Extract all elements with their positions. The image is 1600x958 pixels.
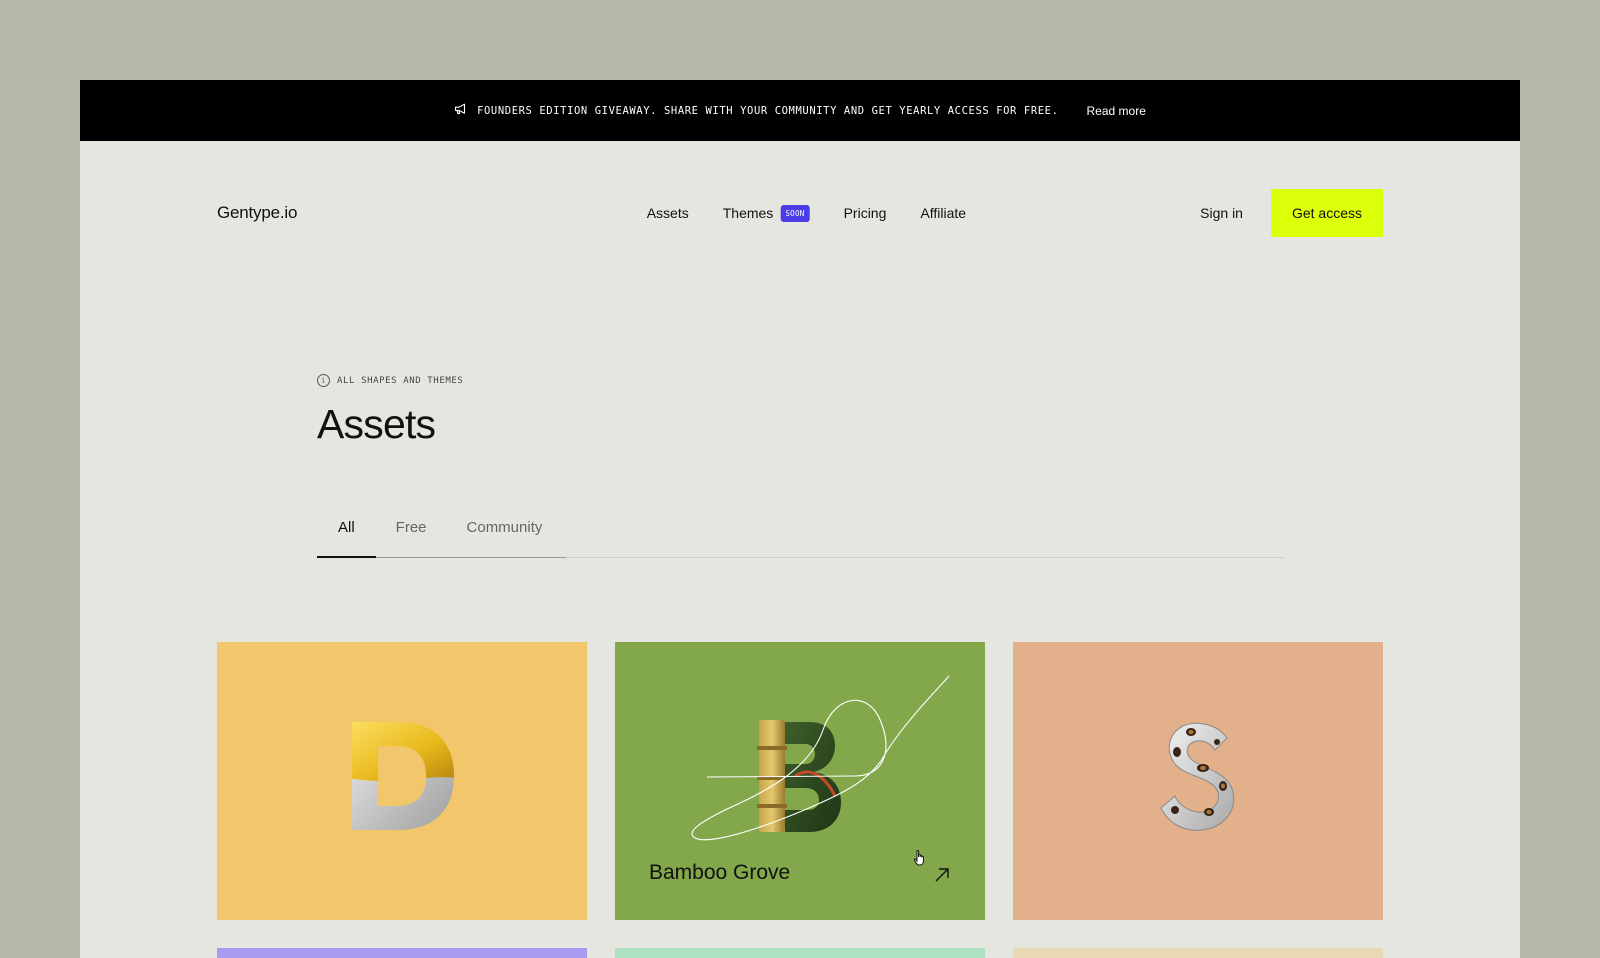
asset-card[interactable] <box>615 948 985 958</box>
asset-card[interactable] <box>1013 948 1383 958</box>
asset-grid: Bamboo Grove <box>217 642 1383 958</box>
asset-card[interactable] <box>217 948 587 958</box>
eyebrow: i ALL SHAPES AND THEMES <box>317 374 1285 387</box>
bamboo-b-image <box>755 716 845 841</box>
megaphone-icon <box>454 103 467 118</box>
announcement-bar: FOUNDERS EDITION GIVEAWAY. SHARE WITH YO… <box>80 80 1520 141</box>
hero: i ALL SHAPES AND THEMES Assets <box>317 374 1285 448</box>
tab-community[interactable]: Community <box>447 498 563 558</box>
asset-card-d[interactable] <box>217 642 587 920</box>
browser-frame: FOUNDERS EDITION GIVEAWAY. SHARE WITH YO… <box>80 80 1520 958</box>
announcement-text: FOUNDERS EDITION GIVEAWAY. SHARE WITH YO… <box>477 104 1059 117</box>
card-title: Bamboo Grove <box>649 861 791 884</box>
get-access-button[interactable]: Get access <box>1270 189 1383 237</box>
announcement-message: FOUNDERS EDITION GIVEAWAY. SHARE WITH YO… <box>454 103 1058 118</box>
read-more-link[interactable]: Read more <box>1087 104 1146 118</box>
main-nav: Assets Themes SOON Pricing Affiliate <box>647 204 966 222</box>
tab-free[interactable]: Free <box>376 498 447 558</box>
page-title: Assets <box>317 401 436 447</box>
leopard-s-image <box>1153 716 1243 841</box>
filter-tabs: All Free Community <box>317 498 1285 558</box>
eyebrow-text: ALL SHAPES AND THEMES <box>337 375 464 386</box>
tab-all[interactable]: All <box>317 498 376 558</box>
nav-pricing[interactable]: Pricing <box>844 205 887 221</box>
tab-group: All Free Community <box>317 498 566 558</box>
nav-affiliate[interactable]: Affiliate <box>920 205 966 221</box>
asset-card-s[interactable] <box>1013 642 1383 920</box>
info-icon: i <box>317 374 330 387</box>
nav-assets[interactable]: Assets <box>647 205 689 221</box>
sign-in-link[interactable]: Sign in <box>1200 205 1243 221</box>
hand-cursor-icon <box>913 850 924 866</box>
header-actions: Sign in Get access <box>1200 189 1383 237</box>
soon-badge: SOON <box>780 204 810 222</box>
logo[interactable]: Gentype.io <box>217 203 297 223</box>
asset-card-bamboo-grove[interactable]: Bamboo Grove <box>615 642 985 920</box>
site-header: Gentype.io Assets Themes SOON Pricing Af… <box>217 189 1383 237</box>
glossy-d-image <box>346 716 458 841</box>
nav-themes[interactable]: Themes SOON <box>723 204 810 222</box>
arrow-up-right-icon[interactable] <box>933 866 951 884</box>
